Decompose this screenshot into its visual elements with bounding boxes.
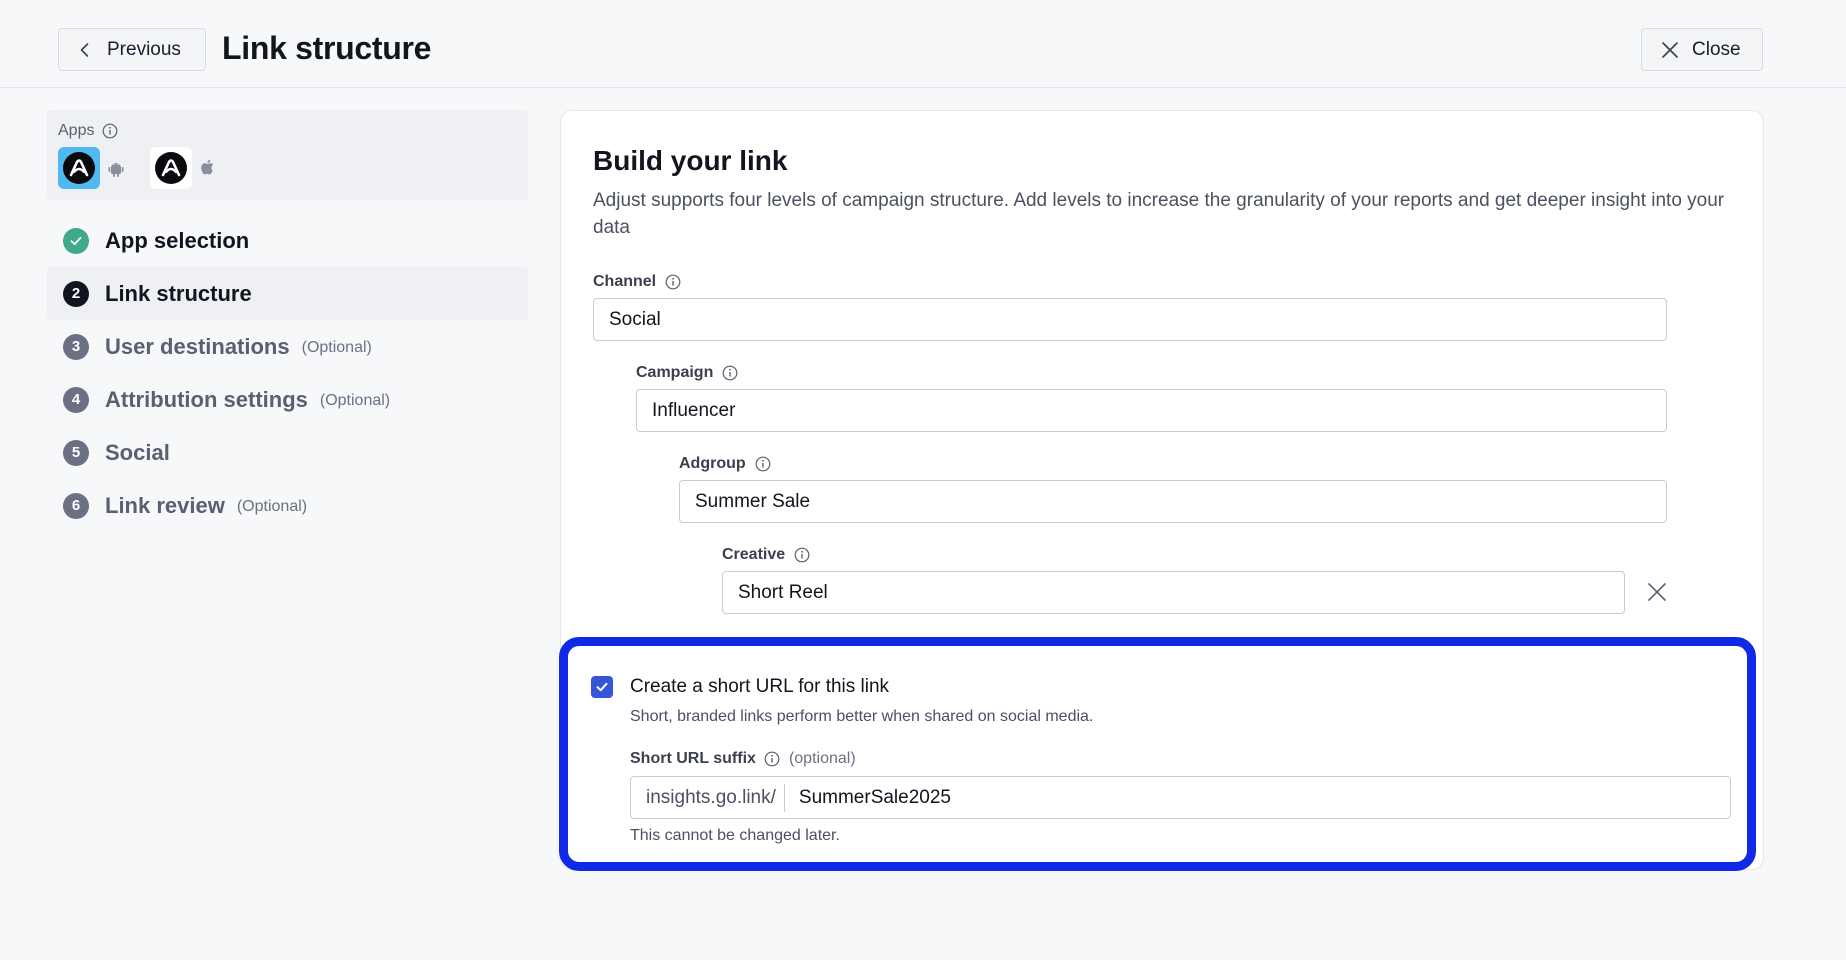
- channel-input[interactable]: Social: [593, 298, 1667, 341]
- short-url-suffix-optional: (optional): [788, 750, 856, 767]
- short-url-panel: Create a short URL for this link Short, …: [559, 637, 1756, 871]
- apps-label: Apps: [58, 122, 118, 140]
- wizard-steps: App selection 2 Link structure 3 User de…: [47, 214, 528, 532]
- short-url-help-text: Short, branded links perform better when…: [630, 708, 1094, 725]
- adjust-logo-icon: [161, 159, 181, 177]
- short-url-note: This cannot be changed later.: [630, 827, 840, 844]
- info-icon[interactable]: [764, 751, 780, 767]
- apps-label-text: Apps: [58, 122, 95, 139]
- apple-icon: [201, 159, 214, 175]
- step-social[interactable]: 5 Social: [47, 426, 528, 479]
- info-icon[interactable]: [722, 365, 738, 381]
- step-optional-tag: (Optional): [236, 498, 308, 515]
- step-app-selection[interactable]: App selection: [47, 214, 528, 267]
- close-button[interactable]: Close: [1641, 28, 1763, 71]
- channel-label-text: Channel: [593, 273, 657, 290]
- short-url-checkbox[interactable]: [591, 676, 613, 698]
- step-number: 5: [63, 439, 89, 466]
- step-optional-tag: (Optional): [319, 392, 391, 409]
- adgroup-label-text: Adgroup: [679, 455, 746, 472]
- creative-input[interactable]: Short Reel: [722, 571, 1625, 614]
- creative-label-text: Creative: [722, 546, 786, 563]
- step-number: 2: [63, 280, 89, 307]
- step-number: 3: [63, 333, 89, 360]
- short-url-suffix-label-text: Short URL suffix: [630, 750, 756, 767]
- adjust-app-icon-ios[interactable]: [150, 147, 192, 189]
- card-description: Adjust supports four levels of campaign …: [593, 190, 1725, 238]
- step-label: Social: [105, 439, 170, 465]
- close-icon: [1662, 41, 1678, 58]
- info-icon[interactable]: [755, 456, 771, 472]
- info-icon[interactable]: [102, 123, 118, 139]
- short-url-suffix-value: SummerSale2025: [798, 786, 951, 808]
- chevron-left-icon: [80, 42, 89, 57]
- step-label: User destinations: [105, 333, 290, 359]
- card-title: Build your link: [593, 145, 788, 176]
- step-link-review[interactable]: 6 Link review (Optional): [47, 479, 528, 532]
- apps-panel: Apps: [47, 110, 528, 200]
- step-number: 6: [63, 492, 89, 519]
- step-label: Link review: [105, 492, 225, 518]
- step-link-structure[interactable]: 2 Link structure: [47, 267, 528, 320]
- adgroup-input[interactable]: Summer Sale: [679, 480, 1667, 523]
- check-circle-icon: [63, 227, 89, 254]
- adjust-logo-icon: [69, 159, 89, 177]
- header-bar: Previous Link structure Close: [0, 0, 1846, 88]
- close-icon[interactable]: [1646, 581, 1668, 603]
- creative-label: Creative: [722, 546, 810, 564]
- adjust-app-icon[interactable]: [58, 147, 100, 189]
- step-label: Link structure: [105, 280, 252, 306]
- step-attribution-settings[interactable]: 4 Attribution settings (Optional): [47, 373, 528, 426]
- short-url-prefix: insights.go.link/: [646, 786, 776, 808]
- previous-button[interactable]: Previous: [58, 28, 206, 71]
- android-icon: [108, 163, 124, 177]
- short-url-checkbox-label[interactable]: Create a short URL for this link: [630, 676, 889, 698]
- short-url-suffix-input[interactable]: insights.go.link/ SummerSale2025: [630, 776, 1731, 819]
- campaign-label-text: Campaign: [636, 364, 714, 381]
- close-button-label: Close: [1692, 38, 1741, 60]
- adgroup-label: Adgroup: [679, 455, 771, 473]
- prefix-divider: [783, 783, 785, 812]
- info-icon[interactable]: [665, 274, 681, 290]
- short-url-suffix-label: Short URL suffix (optional): [630, 750, 856, 768]
- channel-label: Channel: [593, 273, 681, 291]
- campaign-input[interactable]: Influencer: [636, 389, 1667, 432]
- step-number: 4: [63, 386, 89, 413]
- step-user-destinations[interactable]: 3 User destinations (Optional): [47, 320, 528, 373]
- page-title: Link structure: [222, 30, 432, 66]
- info-icon[interactable]: [794, 547, 810, 563]
- step-optional-tag: (Optional): [301, 339, 372, 356]
- step-label: Attribution settings: [105, 386, 308, 412]
- checkmark-icon: [596, 682, 608, 692]
- previous-button-label: Previous: [107, 38, 181, 60]
- campaign-label: Campaign: [636, 364, 738, 382]
- step-label: App selection: [105, 227, 250, 253]
